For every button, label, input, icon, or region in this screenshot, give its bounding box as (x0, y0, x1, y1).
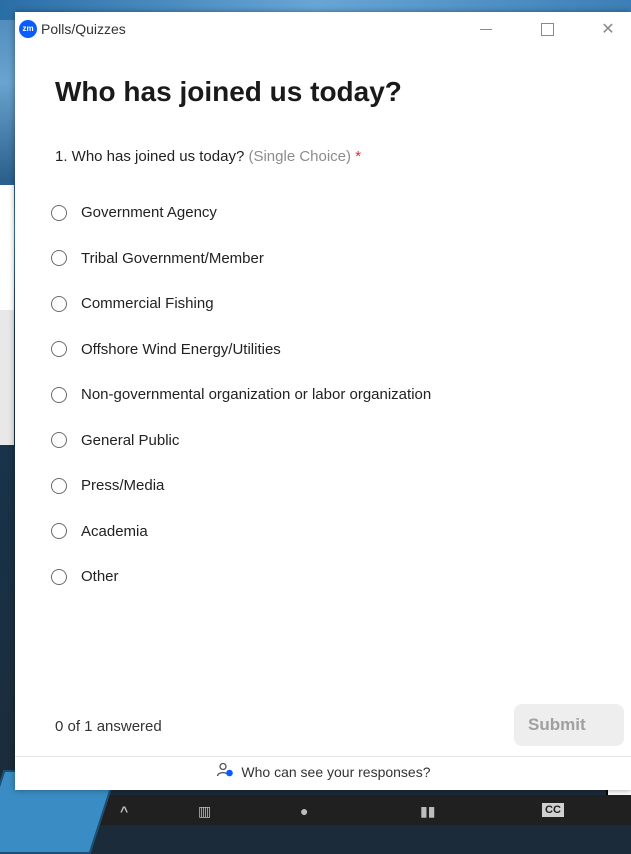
option-label: Commercial Fishing (81, 295, 214, 313)
radio-button[interactable] (51, 341, 67, 358)
answer-options: Government Agency Tribal Government/Memb… (51, 190, 431, 600)
close-button[interactable]: ✕ (593, 16, 623, 44)
close-icon: ✕ (601, 21, 615, 38)
option-label: Government Agency (81, 204, 217, 222)
option-label: Non-governmental organization or labor o… (81, 386, 432, 404)
option-label: Academia (81, 522, 148, 540)
title-bar: zm Polls/Quizzes ✕ (15, 12, 631, 48)
option-label: Offshore Wind Energy/Utilities (81, 340, 281, 358)
visibility-info-link[interactable]: Who can see your responses? (15, 756, 631, 790)
question-type: (Single Choice) (248, 148, 352, 165)
option-label: Other (81, 568, 119, 586)
submit-button[interactable]: Submit (514, 704, 624, 746)
option-label: Tribal Government/Member (81, 249, 264, 267)
reactions-icon[interactable]: ● (300, 803, 308, 819)
radio-button[interactable] (51, 386, 67, 403)
answered-count: 0 of 1 answered (55, 718, 162, 735)
chevron-up-icon[interactable]: ^ (120, 803, 128, 819)
option-label: General Public (81, 431, 180, 449)
background-window-fragment-lower (0, 310, 14, 445)
maximize-button[interactable] (532, 16, 562, 44)
option-offshore-wind[interactable]: Offshore Wind Energy/Utilities (51, 327, 431, 373)
maximize-icon (540, 23, 554, 37)
minimize-button[interactable] (471, 16, 501, 44)
radio-button[interactable] (51, 295, 67, 312)
option-government-agency[interactable]: Government Agency (51, 190, 431, 236)
option-press-media[interactable]: Press/Media (51, 463, 431, 509)
minimize-icon (480, 29, 492, 31)
radio-button[interactable] (51, 568, 67, 585)
option-label: Press/Media (81, 477, 165, 495)
option-other[interactable]: Other (51, 554, 431, 600)
radio-button[interactable] (51, 432, 67, 449)
question-text: 1. Who has joined us today? (55, 148, 245, 165)
polls-icon[interactable]: ▮▮ (420, 803, 435, 820)
visibility-info-text: Who can see your responses? (241, 764, 431, 780)
window-title: Polls/Quizzes (41, 21, 126, 37)
question-label: 1. Who has joined us today? (Single Choi… (55, 148, 361, 165)
person-privacy-icon (216, 758, 234, 788)
required-mark: * (355, 148, 362, 165)
poll-title: Who has joined us today? (55, 76, 402, 107)
raise-hand-icon[interactable]: ▥ (198, 803, 211, 820)
option-academia[interactable]: Academia (51, 509, 431, 555)
option-general-public[interactable]: General Public (51, 418, 431, 464)
polls-window: zm Polls/Quizzes ✕ Who has joined us tod… (15, 12, 631, 790)
zoom-logo-icon: zm (19, 20, 37, 38)
radio-button[interactable] (51, 204, 67, 221)
option-commercial-fishing[interactable]: Commercial Fishing (51, 281, 431, 327)
option-ngo-labor[interactable]: Non-governmental organization or labor o… (51, 372, 431, 418)
radio-button[interactable] (51, 523, 67, 540)
radio-button[interactable] (51, 250, 67, 267)
radio-button[interactable] (51, 477, 67, 494)
option-tribal-government[interactable]: Tribal Government/Member (51, 236, 431, 282)
closed-caption-button[interactable]: CC (542, 803, 564, 817)
